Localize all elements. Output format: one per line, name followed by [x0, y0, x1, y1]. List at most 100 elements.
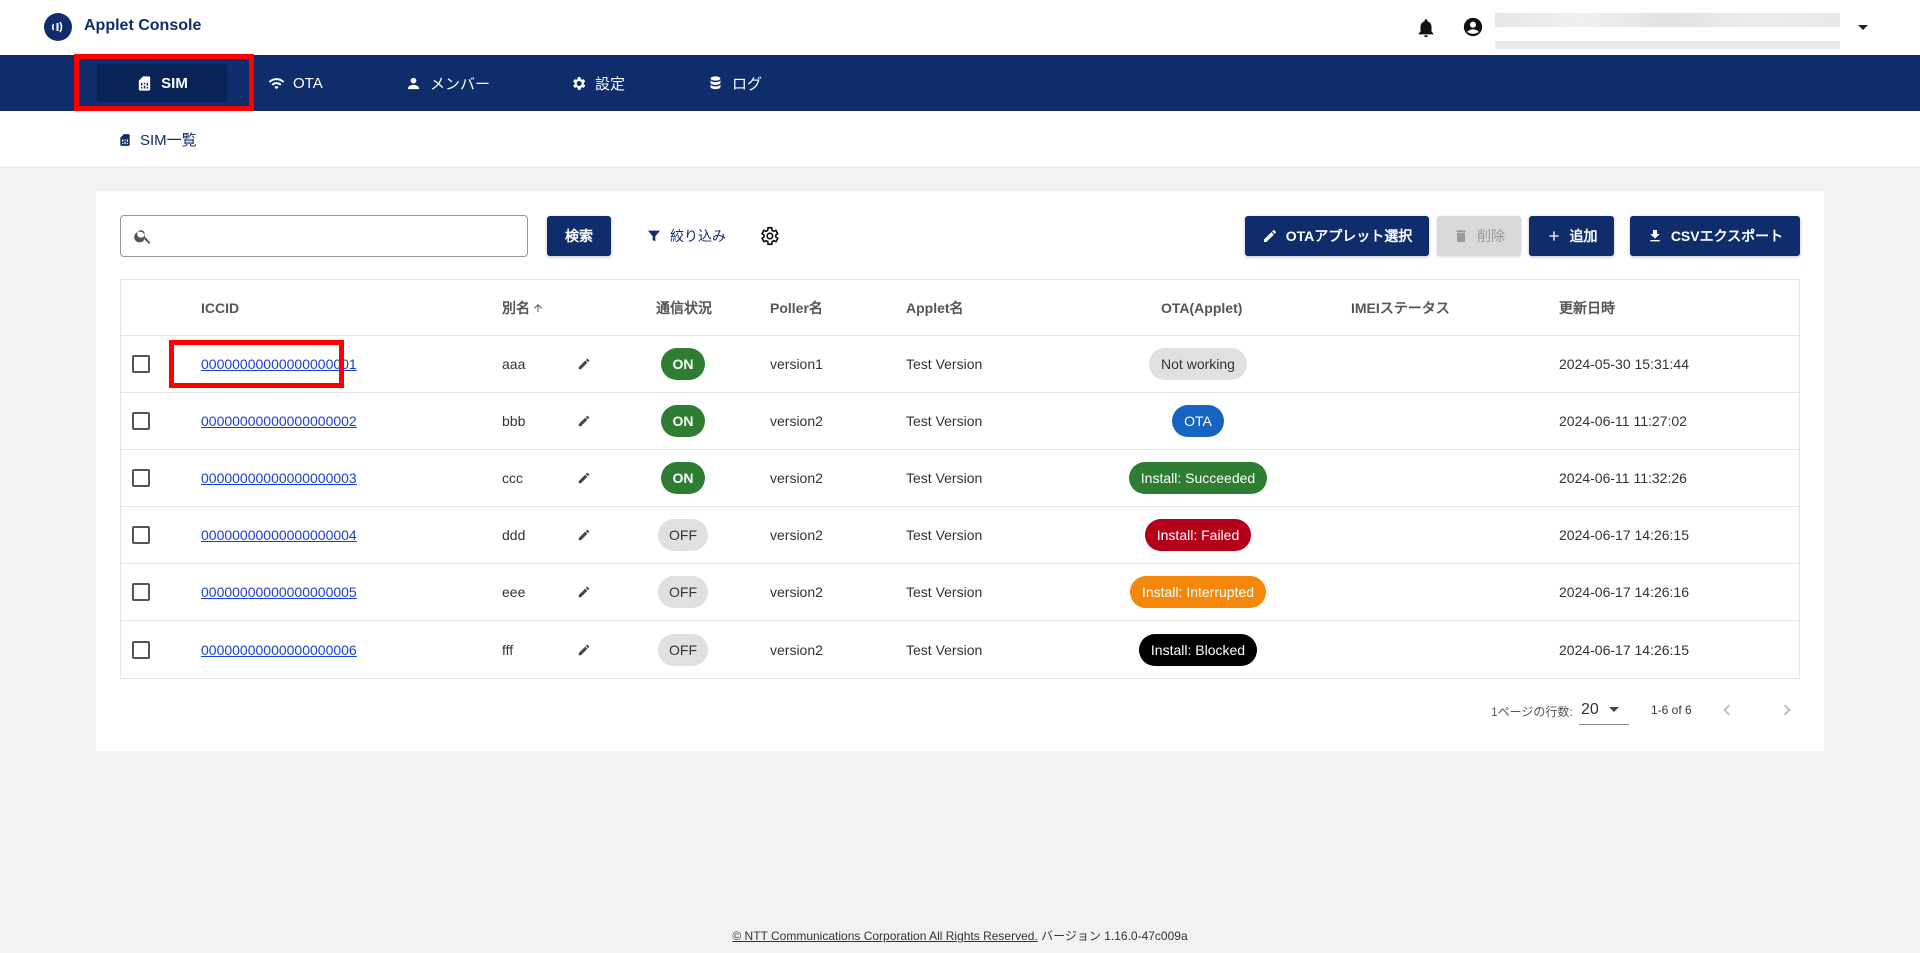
- chevron-left-icon[interactable]: [1716, 699, 1738, 721]
- applet-cell: Test Version: [906, 413, 983, 429]
- add-button[interactable]: 追加: [1529, 216, 1614, 256]
- copyright-link[interactable]: © NTT Communications Corporation All Rig…: [732, 929, 1037, 943]
- column-header-updated[interactable]: 更新日時: [1559, 280, 1615, 335]
- alias-cell: aaa: [502, 356, 526, 372]
- plus-icon: [1548, 231, 1559, 241]
- csv-export-button[interactable]: CSVエクスポート: [1630, 216, 1800, 256]
- main-nav: SIM OTA メンバー 設定 ログ: [0, 55, 1920, 111]
- connection-status-chip: OFF: [658, 576, 708, 608]
- poller-cell: version2: [770, 527, 823, 543]
- alias-cell: fff: [502, 641, 514, 658]
- filter-icon: [648, 230, 660, 242]
- column-header-imei-status[interactable]: IMEIステータス: [1351, 280, 1450, 335]
- footer: © NTT Communications Corporation All Rig…: [0, 927, 1920, 944]
- ota-status-chip: Install: Succeeded: [1128, 462, 1268, 494]
- page-title: SIM一覧: [140, 132, 197, 149]
- alias-cell: eee: [502, 584, 526, 600]
- poller-cell: version2: [770, 470, 823, 486]
- column-header-alias-label: 別名: [502, 299, 530, 316]
- search-button[interactable]: 検索: [547, 216, 611, 256]
- search-icon: [134, 230, 151, 244]
- nav-item-logs[interactable]: ログ: [697, 64, 772, 102]
- poller-cell: version2: [770, 641, 823, 658]
- search-input[interactable]: [161, 216, 521, 256]
- column-header-ota-applet[interactable]: OTA(Applet): [1161, 280, 1242, 335]
- nav-item-settings[interactable]: 設定: [560, 64, 635, 102]
- pagination: 1ページの行数: 20 1-6 of 6: [96, 691, 1824, 731]
- iccid-link[interactable]: 00000000000000000004: [201, 527, 357, 543]
- database-icon: [710, 75, 721, 89]
- page-range: 1-6 of 6: [1651, 703, 1692, 717]
- edit-pencil-icon[interactable]: [577, 643, 591, 657]
- nav-item-label: 設定: [595, 75, 626, 93]
- chevron-down-icon[interactable]: [1858, 25, 1868, 30]
- iccid-link[interactable]: 00000000000000000003: [201, 470, 357, 486]
- column-header-iccid[interactable]: ICCID: [201, 280, 239, 335]
- row-checkbox[interactable]: [132, 583, 150, 601]
- edit-pencil-icon[interactable]: [577, 585, 591, 599]
- table-row[interactable]: 00000000000000000006 fff OFF version2 Test V…: [121, 621, 1799, 678]
- poller-cell: version1: [770, 356, 823, 372]
- row-checkbox[interactable]: [132, 412, 150, 430]
- updated-cell: 2024-06-17 14:26:15: [1559, 527, 1689, 543]
- nav-item-ota[interactable]: OTA: [258, 64, 333, 102]
- edit-pencil-icon[interactable]: [577, 528, 591, 542]
- ota-status-chip: Not working: [1149, 348, 1247, 380]
- column-header-alias[interactable]: 別名: [502, 280, 544, 335]
- person-icon: [407, 77, 420, 89]
- iccid-link[interactable]: 00000000000000000006: [201, 642, 357, 658]
- table-row[interactable]: 00000000000000000001 aaa ON version1 Test Ve…: [121, 336, 1799, 393]
- table-row[interactable]: 00000000000000000003 ccc ON version2 Test Ve…: [121, 450, 1799, 507]
- filter-button[interactable]: 絞り込み: [636, 216, 736, 256]
- edit-pencil-icon[interactable]: [577, 357, 591, 371]
- add-label: 追加: [1569, 228, 1598, 244]
- wifi-icon: [268, 77, 285, 89]
- nav-item-label: ログ: [732, 75, 763, 93]
- app-logo: [44, 13, 72, 41]
- connection-status-chip: ON: [661, 405, 705, 437]
- chevron-right-icon[interactable]: [1776, 699, 1798, 721]
- column-settings-gear-icon[interactable]: [758, 225, 780, 247]
- table-row[interactable]: 00000000000000000004 ddd OFF version2 Test V…: [121, 507, 1799, 564]
- applet-cell: Test Version: [906, 641, 983, 658]
- chevron-down-icon: [1609, 707, 1619, 712]
- user-info-redacted[interactable]: [1495, 13, 1840, 49]
- delete-button[interactable]: 削除: [1437, 216, 1521, 256]
- ota-status-chip: Install: Blocked: [1138, 633, 1258, 666]
- account-circle-icon[interactable]: [1462, 16, 1484, 38]
- row-checkbox[interactable]: [132, 526, 150, 544]
- column-header-poller[interactable]: Poller名: [770, 280, 823, 335]
- poller-cell: version2: [770, 413, 823, 429]
- top-bar: Applet Console: [0, 0, 1920, 55]
- row-checkbox[interactable]: [132, 640, 150, 659]
- highlight-box: [169, 340, 344, 388]
- row-checkbox[interactable]: [132, 355, 150, 373]
- connection-status-chip: OFF: [658, 633, 708, 666]
- ota-applet-select-label: OTAアプレット選択: [1285, 228, 1413, 244]
- search-field[interactable]: [120, 215, 528, 257]
- sort-arrow-up-icon: [534, 303, 542, 312]
- sim-card-icon: [120, 133, 130, 146]
- signal-icon: [51, 21, 63, 33]
- connection-status-chip: OFF: [658, 519, 708, 551]
- iccid-link[interactable]: 00000000000000000005: [201, 584, 357, 600]
- sub-header: SIM一覧: [0, 111, 1920, 166]
- nav-item-members[interactable]: メンバー: [395, 64, 500, 102]
- column-header-connection-status[interactable]: 通信状況: [656, 280, 712, 335]
- rows-per-page-value: 20: [1581, 700, 1599, 718]
- edit-pencil-icon[interactable]: [577, 414, 591, 428]
- table-row[interactable]: 00000000000000000002 bbb ON version2 Test Ve…: [121, 393, 1799, 450]
- row-checkbox[interactable]: [132, 469, 150, 487]
- column-header-applet[interactable]: Applet名: [906, 280, 964, 335]
- iccid-link[interactable]: 00000000000000000002: [201, 413, 357, 429]
- edit-pencil-icon[interactable]: [577, 471, 591, 485]
- rows-per-page-label: 1ページの行数:: [1491, 705, 1573, 719]
- table-row[interactable]: 00000000000000000005 eee OFF version2 Test V…: [121, 564, 1799, 621]
- bell-icon[interactable]: [1415, 17, 1437, 39]
- filter-label: 絞り込み: [670, 228, 726, 244]
- app-title: Applet Console: [84, 17, 202, 34]
- ota-applet-select-button[interactable]: OTAアプレット選択: [1245, 216, 1429, 256]
- rows-per-page-select[interactable]: 20: [1579, 695, 1629, 725]
- ota-status-chip: Install: Failed: [1144, 519, 1252, 551]
- table-header: ICCID 別名 通信状況 Poller名 Applet名 OTA(Applet…: [121, 280, 1799, 336]
